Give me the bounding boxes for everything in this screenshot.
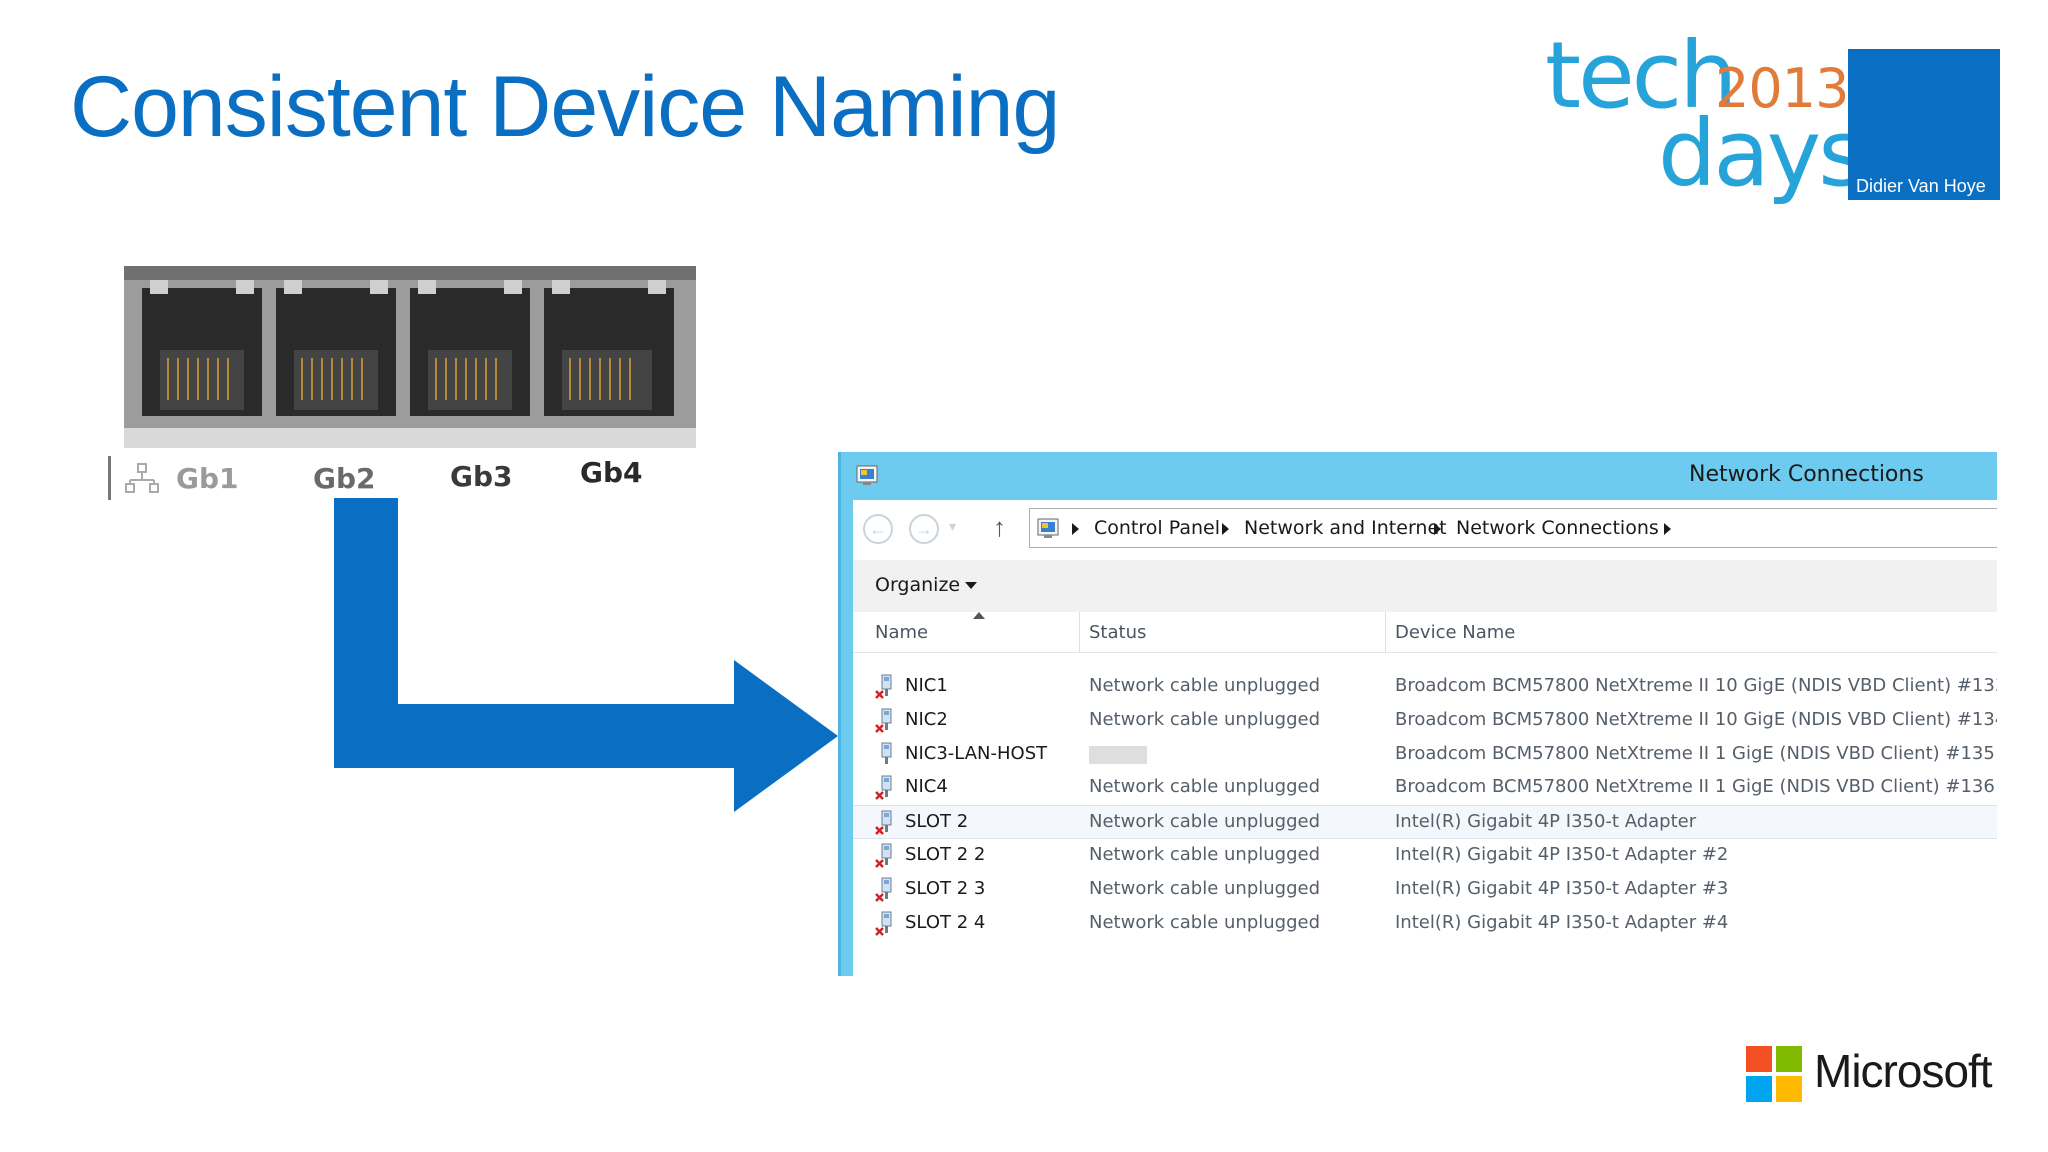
connection-name: SLOT 2 3 [905,878,986,899]
microsoft-logo-icon [1746,1046,1802,1102]
sort-ascending-icon [973,612,985,619]
column-divider[interactable] [1385,612,1386,652]
device-name: Intel(R) Gigabit 4P I350-t Adapter #2 [1395,844,1729,865]
device-name: Intel(R) Gigabit 4P I350-t Adapter [1395,811,1697,832]
connection-status: Network cable unplugged [1089,709,1321,730]
breadcrumb-separator-icon[interactable] [1434,523,1441,535]
column-header-device-name[interactable]: Device Name [1395,622,1515,643]
connection-status: Network cable unplugged [1089,776,1321,797]
up-arrow-icon[interactable]: ↑ [993,512,1006,543]
device-name: Broadcom BCM57800 NetXtreme II 10 GigE (… [1395,675,1997,696]
connection-status: Network cable unplugged [1089,675,1321,696]
connection-name: NIC4 [905,776,948,797]
navigation-bar: ← → ▾ ↑ Control Panel Network and Intern… [853,500,1997,558]
connection-name: NIC1 [905,675,948,696]
connection-name: SLOT 2 4 [905,912,986,933]
connection-name: SLOT 2 [905,811,969,832]
port-label-gb3: Gb3 [450,460,513,493]
nic-ports-photo: Gb1 Gb2 Gb3 Gb4 [108,250,696,502]
arrow-shape [334,498,838,812]
connection-name: SLOT 2 2 [905,844,986,865]
control-panel-icon [1037,518,1059,538]
table-row[interactable]: NIC4 Network cable unplugged Broadcom BCM5… [853,771,1997,805]
connection-status: Network cable unplugged [1089,878,1321,899]
logo-square-green [1776,1046,1802,1072]
logo-square-red [1746,1046,1772,1072]
back-arrow-icon[interactable]: ← [863,514,893,544]
network-adapter-icon [875,708,892,733]
port-label-gb1: Gb1 [176,462,239,495]
command-bar: Organize [853,560,1997,612]
address-bar[interactable]: Control Panel Network and Internet Netwo… [1029,508,1997,548]
device-name: Intel(R) Gigabit 4P I350-t Adapter #4 [1395,912,1729,933]
breadcrumb-separator-icon[interactable] [1664,523,1671,535]
recent-locations-dropdown-icon[interactable]: ▾ [949,518,956,535]
device-name: Broadcom BCM57800 NetXtreme II 1 GigE (N… [1395,743,1995,764]
microsoft-wordmark: Microsoft [1814,1045,1993,1097]
presenter-name: Didier Van Hoye [1856,176,1986,196]
port-label-gb4: Gb4 [580,456,643,489]
connection-status: Network cable unplugged [1089,811,1321,832]
network-connections-icon [856,465,878,485]
table-row[interactable]: SLOT 2 4 Network cable unplugged Intel(R) … [853,907,1997,941]
column-header-status[interactable]: Status [1089,622,1146,643]
ethernet-port-2 [276,288,396,416]
breadcrumb-separator-icon[interactable] [1072,523,1079,535]
network-adapter-icon [875,911,892,936]
logo-square-yellow [1776,1076,1802,1102]
table-row[interactable]: NIC2 Network cable unplugged Broadcom BCM5… [853,704,1997,738]
column-divider[interactable] [1079,612,1080,652]
network-adapter-icon [875,775,892,800]
device-name: Broadcom BCM57800 NetXtreme II 10 GigE (… [1395,709,1997,730]
window-border [841,500,853,976]
breadcrumb-network-connections[interactable]: Network Connections [1456,517,1659,539]
ethernet-port-3 [410,288,530,416]
device-name: Intel(R) Gigabit 4P I350-t Adapter #3 [1395,878,1729,899]
window-title: Network Connections [1689,462,1924,487]
network-adapter-icon [875,877,892,902]
forward-arrow-icon[interactable]: → [909,514,939,544]
breadcrumb-network-and-internet[interactable]: Network and Internet [1244,517,1447,539]
redacted-status [1089,746,1147,764]
table-row[interactable]: SLOT 2 3 Network cable unplugged Intel(R) … [853,873,1997,907]
network-connections-window: Network Connections ← → ▾ ↑ Control Pane… [838,452,1997,976]
connection-name: NIC2 [905,709,948,730]
network-adapter-icon [875,843,892,868]
device-name: Broadcom BCM57800 NetXtreme II 1 GigE (N… [1395,776,1995,797]
breadcrumb-separator-icon[interactable] [1222,523,1229,535]
port-label-gb2: Gb2 [313,462,376,495]
table-row[interactable]: NIC1 Network cable unplugged Broadcom BCM5… [853,670,1997,704]
title-bar[interactable]: Network Connections [841,452,1997,500]
table-row[interactable]: NIC3-LAN-HOST Broadcom BCM57800 NetXtreme… [853,738,1997,772]
breadcrumb-control-panel[interactable]: Control Panel [1094,517,1220,539]
network-adapter-icon [875,810,892,835]
logo-word-days: days [1658,100,1866,207]
logo-square-blue [1746,1076,1772,1102]
network-adapter-icon [881,742,892,764]
column-header-name[interactable]: Name [875,622,928,643]
slide-title: Consistent Device Naming [70,59,1060,155]
chevron-down-icon[interactable] [965,582,977,589]
table-row[interactable]: SLOT 2 2 Network cable unplugged Intel(R) … [853,839,1997,873]
connector-arrow [334,498,838,812]
connection-name: NIC3-LAN-HOST [905,743,1048,764]
connection-status: Network cable unplugged [1089,912,1321,933]
table-row[interactable]: SLOT 2 Network cable unplugged Intel(R) Gi… [853,805,1997,839]
connection-status: Network cable unplugged [1089,844,1321,865]
organize-button[interactable]: Organize [875,574,960,596]
ethernet-port-1 [142,288,262,416]
column-headers: Name Status Device Name [853,612,1997,653]
network-adapter-icon [875,674,892,699]
